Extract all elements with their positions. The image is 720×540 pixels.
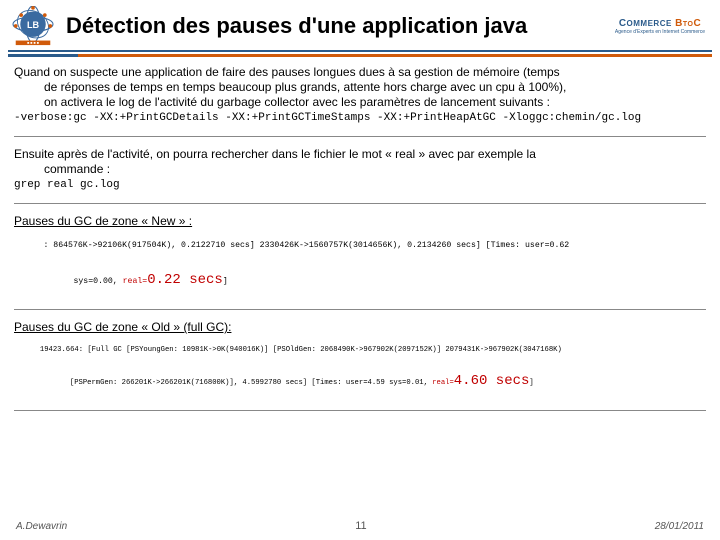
slide-body: Quand on suspecte une application de fai…	[0, 65, 720, 411]
slide-title: Détection des pauses d'une application j…	[66, 13, 600, 39]
brand-text: OMMERCE	[627, 19, 672, 28]
footer: A.Dewavrin 11 28/01/2011	[0, 520, 720, 532]
header-bar: LB ■ ■ ■ ■ Détection des pauses d'une ap…	[0, 0, 720, 50]
slide: LB ■ ■ ■ ■ Détection des pauses d'une ap…	[0, 0, 720, 540]
heading-new-gc: Pauses du GC de zone « New » :	[14, 214, 706, 229]
brand-text: TO	[683, 21, 694, 28]
text: real=	[432, 379, 454, 387]
svg-text:■ ■ ■ ■: ■ ■ ■ ■	[27, 41, 39, 45]
text: de réponses de temps en temps beaucoup p…	[14, 80, 566, 95]
gc-old-output-2: [PSPermGen: 266201K->266201K(716800K)], …	[14, 364, 706, 400]
text: : 864576K->92106K(917504K), 0.2122710 se…	[43, 241, 569, 250]
real-value: 0.22 secs	[147, 272, 223, 288]
text: Ensuite après de l'activité, on pourra r…	[14, 147, 536, 161]
footer-author: A.Dewavrin	[16, 521, 67, 532]
text: ]	[529, 379, 533, 387]
header-rule	[8, 50, 712, 52]
text: 19423.664: [Full GC [PSYoungGen: 10981K-…	[40, 346, 562, 354]
separator	[14, 309, 706, 310]
svg-text:LB: LB	[27, 20, 40, 30]
brand-text: B	[672, 18, 683, 29]
text: [PSPermGen: 266201K->266201K(716800K)], …	[70, 379, 432, 387]
text: commande :	[14, 162, 110, 177]
jvm-flags-code: -verbose:gc -XX:+PrintGCDetails -XX:+Pri…	[14, 112, 706, 126]
logo-icon: LB ■ ■ ■ ■	[10, 6, 56, 46]
brand-logo: COMMERCE BTOC Agence d'Experts en Intern…	[610, 8, 710, 44]
footer-page: 11	[355, 520, 366, 532]
real-value: 4.60 secs	[454, 373, 530, 389]
brand-sub: Agence d'Experts en Internet Commerce	[615, 29, 705, 35]
text: on activera le log de l'activité du garb…	[14, 95, 550, 110]
gc-new-output: : 864576K->92106K(917504K), 0.2122710 se…	[14, 231, 706, 262]
footer-date: 28/01/2011	[655, 521, 704, 532]
text: sys=0.00,	[73, 277, 122, 286]
separator	[14, 203, 706, 204]
separator	[14, 410, 706, 411]
gc-old-output: 19423.664: [Full GC [PSYoungGen: 10981K-…	[14, 337, 706, 364]
separator	[14, 136, 706, 137]
heading-old-gc: Pauses du GC de zone « Old » (full GC):	[14, 320, 706, 335]
text: ]	[223, 277, 228, 286]
text: real=	[123, 277, 148, 286]
header-rule-2	[8, 54, 712, 57]
grep-code: grep real gc.log	[14, 179, 706, 193]
text: Quand on suspecte une application de fai…	[14, 65, 560, 79]
gc-new-output-2: sys=0.00, real=0.22 secs]	[14, 261, 706, 299]
brand-text: C	[619, 18, 627, 29]
then-para: Ensuite après de l'activité, on pourra r…	[14, 147, 706, 177]
intro-para: Quand on suspecte une application de fai…	[14, 65, 706, 110]
brand-text: C	[693, 18, 701, 29]
